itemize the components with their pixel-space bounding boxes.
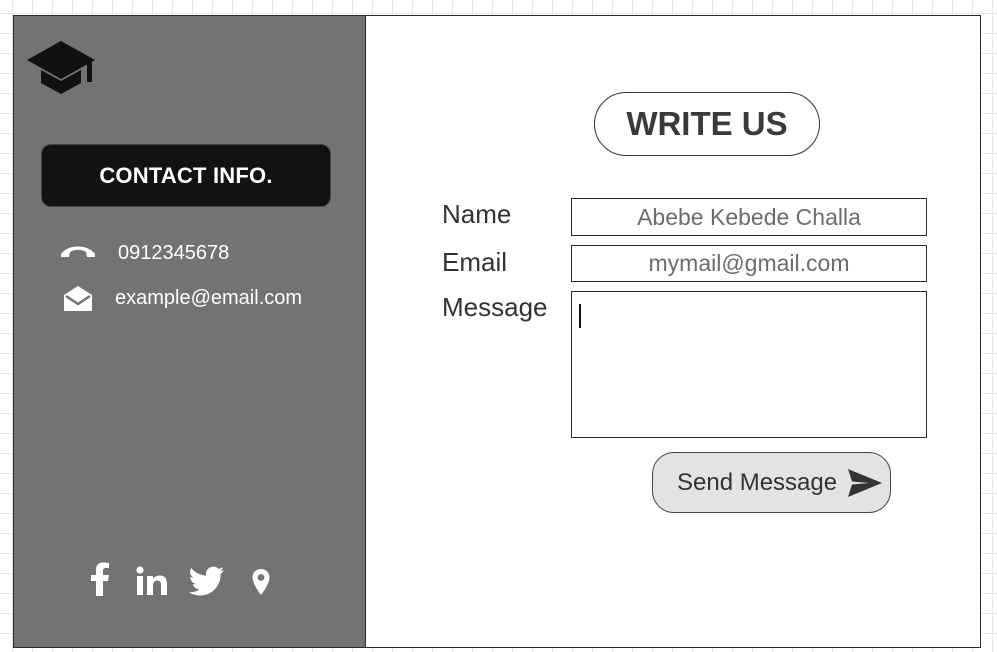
location-pin-icon[interactable] bbox=[250, 568, 272, 596]
paper-plane-icon bbox=[847, 468, 883, 498]
email-input[interactable] bbox=[571, 245, 927, 282]
message-textarea[interactable] bbox=[571, 291, 927, 438]
contact-sidebar: CONTACT INFO. 0912345678 example@email.c… bbox=[14, 16, 366, 647]
text-caret bbox=[579, 304, 581, 328]
write-us-form: WRITE US Name Email Message Send Message bbox=[366, 16, 980, 647]
facebook-icon[interactable] bbox=[89, 562, 111, 596]
message-label: Message bbox=[442, 292, 548, 322]
send-message-button[interactable]: Send Message bbox=[652, 452, 891, 513]
email-address[interactable]: example@email.com bbox=[115, 287, 302, 310]
send-message-label: Send Message bbox=[677, 468, 838, 496]
linkedin-icon[interactable] bbox=[136, 566, 168, 596]
write-us-title: WRITE US bbox=[594, 92, 820, 156]
name-label: Name bbox=[442, 199, 512, 229]
email-row: example@email.com bbox=[58, 282, 302, 314]
phone-icon bbox=[58, 238, 98, 268]
envelope-open-icon bbox=[58, 282, 98, 314]
name-input[interactable] bbox=[571, 198, 927, 236]
twitter-icon[interactable] bbox=[189, 566, 225, 596]
phone-number[interactable]: 0912345678 bbox=[118, 242, 229, 265]
contact-card: CONTACT INFO. 0912345678 example@email.c… bbox=[13, 15, 981, 648]
graduation-cap-icon bbox=[27, 38, 95, 96]
phone-row: 0912345678 bbox=[58, 238, 229, 268]
social-links bbox=[84, 560, 284, 600]
contact-info-heading: CONTACT INFO. bbox=[41, 144, 331, 207]
email-label: Email bbox=[442, 247, 508, 277]
